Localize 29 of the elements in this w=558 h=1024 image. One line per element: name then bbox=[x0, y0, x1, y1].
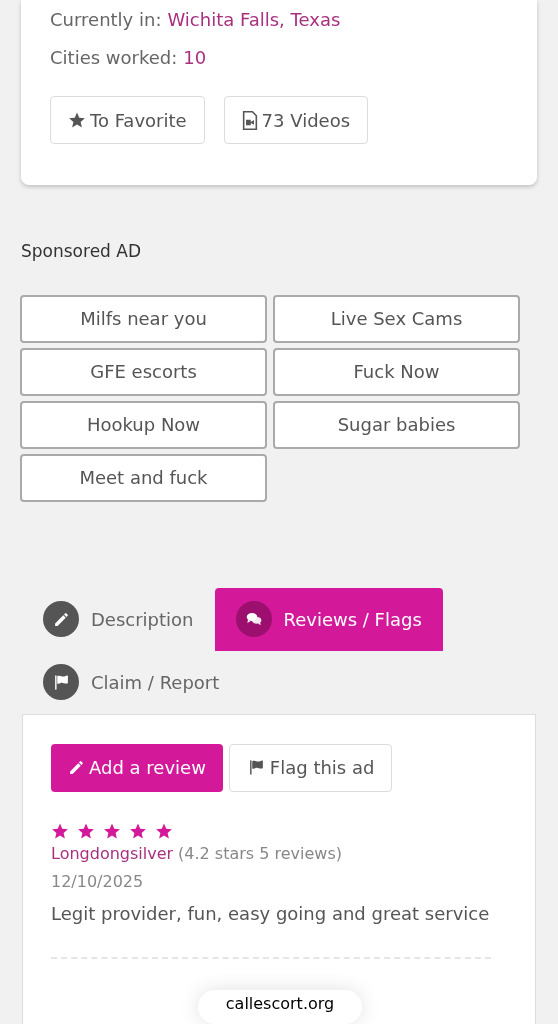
ad-link[interactable]: GFE escorts bbox=[20, 347, 267, 396]
reviewer-stats: (4.2 stars 5 reviews) bbox=[178, 842, 343, 865]
ad-link[interactable]: Live Sex Cams bbox=[273, 294, 520, 343]
field-value: 10 bbox=[183, 46, 207, 70]
ad-link[interactable]: Hookup Now bbox=[20, 400, 267, 449]
tab[interactable]: Description bbox=[22, 587, 215, 651]
ad-link[interactable]: Milfs near you bbox=[20, 294, 267, 343]
pencil-icon bbox=[52, 610, 70, 628]
field-value: Wichita Falls, Texas bbox=[167, 8, 341, 32]
browser-url-bar[interactable]: callescort.org bbox=[198, 990, 362, 1024]
flag-button[interactable]: Flag this ad bbox=[228, 743, 393, 792]
field-label: Cities worked: bbox=[50, 46, 178, 70]
add-review-button[interactable]: Add a review bbox=[51, 743, 223, 792]
tab[interactable]: Claim / Report bbox=[22, 650, 241, 714]
review-date: 12/10/2025 bbox=[51, 870, 145, 893]
ad-link[interactable]: Fuck Now bbox=[273, 347, 520, 396]
ad-link[interactable]: Sugar babies bbox=[273, 400, 520, 449]
reviewer-link[interactable]: Longdongsilver bbox=[51, 841, 174, 866]
tab[interactable]: Reviews / Flags bbox=[214, 587, 443, 651]
ad-link[interactable]: Meet and fuck bbox=[20, 453, 267, 502]
video-file-icon bbox=[241, 110, 258, 130]
videos-button[interactable]: 73 Videos bbox=[223, 96, 369, 144]
star-icon bbox=[68, 111, 86, 129]
pencil-icon bbox=[68, 759, 85, 776]
review-text: Legit provider, fun, easy going and great service bbox=[51, 901, 491, 926]
section-heading: Sponsored AD bbox=[21, 240, 142, 263]
favorite-button[interactable]: To Favorite bbox=[50, 96, 205, 144]
chat-bubbles-icon bbox=[244, 611, 263, 627]
field-label: Currently in: bbox=[50, 8, 162, 32]
